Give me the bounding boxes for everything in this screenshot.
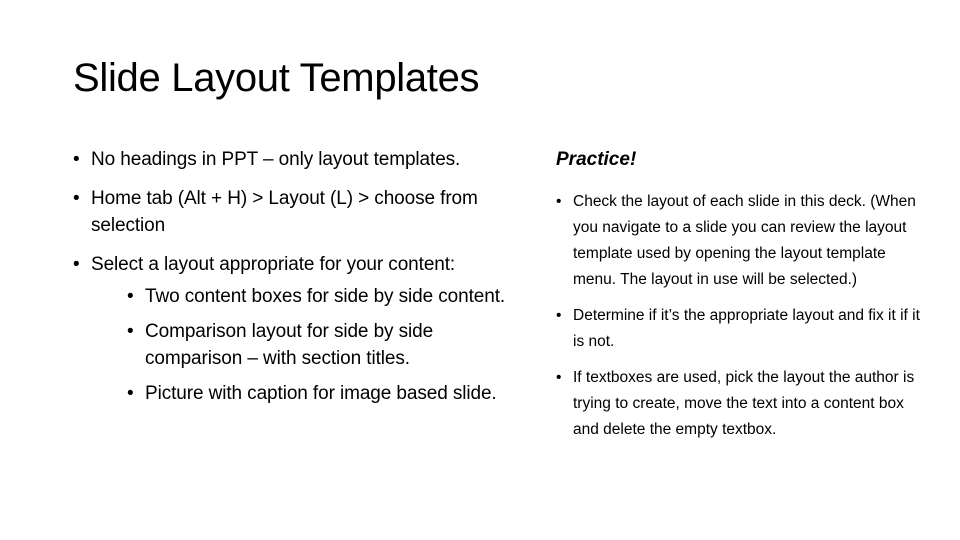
bullet-item: If textboxes are used, pick the layout t… xyxy=(556,365,931,443)
practice-heading: Practice! xyxy=(556,149,637,170)
bullet-text: No headings in PPT – only layout templat… xyxy=(91,149,461,170)
bullet-text: Home tab (Alt + H) > Layout (L) > choose… xyxy=(91,188,478,236)
sub-bullet-item: Two content boxes for side by side conte… xyxy=(127,283,523,310)
bullet-item: Select a layout appropriate for your con… xyxy=(73,251,523,407)
sub-bullet-text: Picture with caption for image based sli… xyxy=(145,383,497,404)
slide-title: Slide Layout Templates xyxy=(73,56,480,100)
sub-bullet-text: Two content boxes for side by side conte… xyxy=(145,286,506,307)
bullet-text: Check the layout of each slide in this d… xyxy=(573,193,916,288)
bullet-item: Check the layout of each slide in this d… xyxy=(556,189,931,293)
slide: Slide Layout Templates No headings in PP… xyxy=(0,0,960,540)
sub-bullet-item: Comparison layout for side by side compa… xyxy=(127,318,523,372)
sub-bullet-item: Picture with caption for image based sli… xyxy=(127,380,523,407)
left-content-box: No headings in PPT – only layout templat… xyxy=(73,146,523,419)
sub-bullet-list: Two content boxes for side by side conte… xyxy=(91,283,523,407)
bullet-item: No headings in PPT – only layout templat… xyxy=(73,146,523,173)
right-content-box: Practice! Check the layout of each slide… xyxy=(556,146,931,453)
bullet-text: Determine if it’s the appropriate layout… xyxy=(573,307,920,350)
bullet-text: Select a layout appropriate for your con… xyxy=(91,254,456,275)
bullet-text: If textboxes are used, pick the layout t… xyxy=(573,369,915,438)
bullet-item: Home tab (Alt + H) > Layout (L) > choose… xyxy=(73,185,523,239)
sub-bullet-text: Comparison layout for side by side compa… xyxy=(145,321,434,369)
bullet-item: Determine if it’s the appropriate layout… xyxy=(556,303,931,355)
left-bullet-list: No headings in PPT – only layout templat… xyxy=(73,146,523,407)
right-bullet-list: Check the layout of each slide in this d… xyxy=(556,189,931,443)
